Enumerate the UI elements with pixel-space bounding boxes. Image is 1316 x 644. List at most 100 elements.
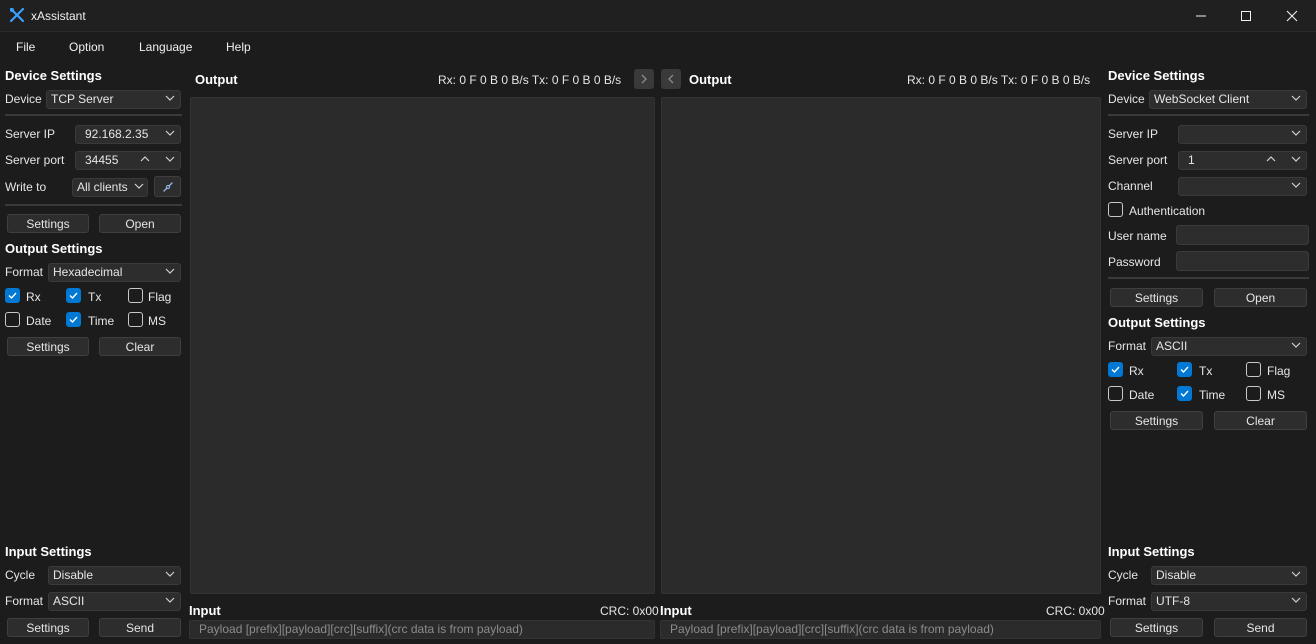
write-to-select[interactable]: All clients (72, 178, 148, 197)
device-settings-button[interactable]: Settings (1110, 288, 1203, 307)
checkbox-tx[interactable] (1177, 362, 1192, 377)
checkbox-date[interactable] (1108, 386, 1123, 401)
server-ip-select[interactable] (1178, 125, 1307, 144)
checkmark-icon (1111, 366, 1120, 374)
write-to-label: Write to (5, 180, 47, 194)
open-button[interactable]: Open (1214, 288, 1307, 307)
menu-bar (0, 32, 1316, 62)
output-format-value: ASCII (1156, 339, 1188, 353)
password-field[interactable] (1176, 251, 1309, 271)
input-format-label: Format (5, 594, 44, 608)
checkbox-ms-label: MS (148, 314, 166, 328)
chevron-down-icon[interactable] (1290, 153, 1302, 165)
input-settings-title: Input Settings (1108, 544, 1195, 559)
username-label: User name (1108, 229, 1167, 243)
write-to-value: All clients (77, 180, 128, 194)
close-icon (1286, 10, 1298, 22)
menu-help[interactable]: Help (226, 40, 251, 54)
server-port-label: Server port (1108, 153, 1168, 167)
maximize-icon (1241, 11, 1251, 21)
checkbox-date[interactable] (5, 312, 20, 327)
device-select-value: WebSocket Client (1154, 92, 1250, 106)
checkbox-rx-label: Rx (1129, 364, 1144, 378)
divider (5, 114, 182, 116)
send-button[interactable]: Send (99, 618, 181, 637)
output-format-select[interactable]: ASCII (1151, 337, 1307, 356)
checkbox-time[interactable] (1177, 386, 1192, 401)
checkbox-flag[interactable] (128, 288, 143, 303)
chevron-down-icon (134, 183, 144, 189)
maximize-button[interactable] (1223, 0, 1269, 32)
checkmark-icon (1180, 390, 1189, 398)
checkbox-rx[interactable] (5, 288, 20, 303)
output-settings-button[interactable]: Settings (7, 337, 89, 356)
output-stats: Rx: 0 F 0 B 0 B/s Tx: 0 F 0 B 0 B/s (438, 73, 622, 87)
input-format-value: ASCII (53, 594, 85, 608)
device-settings-title: Device Settings (1108, 68, 1205, 83)
chevron-down-icon (165, 597, 175, 603)
checkbox-authentication[interactable] (1108, 202, 1123, 217)
chevron-left-icon (668, 74, 674, 84)
output-settings-button[interactable]: Settings (1110, 411, 1203, 430)
device-select[interactable]: TCP Server (46, 90, 181, 109)
server-port-spinbox[interactable]: 34455 (75, 151, 181, 170)
chevron-right-icon (641, 74, 647, 84)
checkbox-tx[interactable] (66, 288, 81, 303)
server-port-spinbox[interactable]: 1 (1178, 151, 1307, 170)
device-settings-button[interactable]: Settings (7, 214, 89, 233)
expand-right-button[interactable] (634, 69, 654, 89)
checkbox-ms[interactable] (1246, 386, 1261, 401)
input-format-select[interactable]: UTF-8 (1151, 592, 1307, 611)
chevron-down-icon[interactable] (164, 153, 176, 165)
channel-select[interactable] (1178, 177, 1307, 196)
device-label: Device (1108, 92, 1145, 106)
payload-input[interactable]: Payload [prefix][payload][crc][suffix](c… (660, 620, 1101, 639)
checkmark-icon (69, 316, 78, 324)
menu-language[interactable]: Language (139, 40, 192, 54)
input-settings-button[interactable]: Settings (1110, 618, 1203, 637)
minimize-icon (1196, 15, 1206, 17)
divider (1108, 277, 1309, 279)
send-button[interactable]: Send (1214, 618, 1307, 637)
username-field[interactable] (1176, 225, 1309, 245)
checkbox-rx[interactable] (1108, 362, 1123, 377)
open-button[interactable]: Open (99, 214, 181, 233)
disconnect-clients-button[interactable] (154, 176, 181, 197)
menu-file[interactable]: File (16, 40, 35, 54)
channel-label: Channel (1108, 179, 1153, 193)
input-format-label: Format (1108, 594, 1147, 608)
input-settings-button[interactable]: Settings (7, 618, 89, 637)
checkbox-ms[interactable] (128, 312, 143, 327)
output-text-area[interactable] (661, 97, 1101, 594)
output-stats: Rx: 0 F 0 B 0 B/s Tx: 0 F 0 B 0 B/s (907, 73, 1091, 87)
payload-input[interactable]: Payload [prefix][payload][crc][suffix](c… (189, 620, 655, 639)
input-format-value: UTF-8 (1156, 594, 1190, 608)
cycle-select[interactable]: Disable (1151, 566, 1307, 585)
server-port-value: 34455 (85, 153, 119, 167)
chevron-up-icon[interactable] (139, 153, 151, 165)
clear-button[interactable]: Clear (1214, 411, 1307, 430)
cycle-select[interactable]: Disable (48, 566, 181, 585)
cycle-value: Disable (53, 568, 94, 582)
checkbox-time-label: Time (1199, 388, 1226, 402)
checkbox-flag[interactable] (1246, 362, 1261, 377)
close-button[interactable] (1269, 0, 1315, 32)
chevron-down-icon (1291, 130, 1301, 136)
input-format-select[interactable]: ASCII (48, 592, 181, 611)
device-label: Device (5, 92, 42, 106)
menu-option[interactable]: Option (69, 40, 104, 54)
crc-value: CRC: 0x00 (600, 604, 659, 618)
output-format-select[interactable]: Hexadecimal (48, 263, 181, 282)
window-title: xAssistant (31, 9, 86, 23)
chevron-up-icon[interactable] (1265, 153, 1277, 165)
checkbox-time[interactable] (66, 312, 81, 327)
chevron-down-icon (1291, 571, 1301, 577)
app-logo-icon (9, 7, 25, 23)
server-ip-select[interactable]: 92.168.2.35 (75, 125, 181, 144)
authentication-label: Authentication (1129, 204, 1206, 218)
minimize-button[interactable] (1178, 0, 1224, 32)
expand-left-button[interactable] (661, 69, 681, 89)
clear-button[interactable]: Clear (99, 337, 181, 356)
output-text-area[interactable] (190, 97, 655, 594)
device-select[interactable]: WebSocket Client (1149, 90, 1307, 109)
